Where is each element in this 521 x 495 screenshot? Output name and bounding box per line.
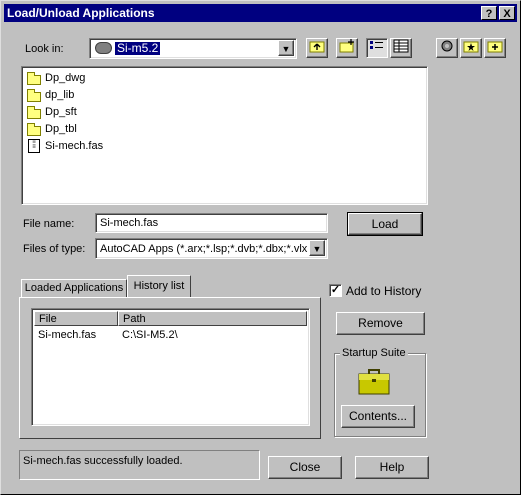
history-list[interactable]: File Path Si-mech.fas C:\SI-M5.2\ bbox=[31, 308, 310, 426]
list-item-label: Dp_tbl bbox=[45, 123, 77, 135]
up-folder-icon[interactable] bbox=[306, 38, 328, 58]
title-bar[interactable]: Load/Unload Applications ? X bbox=[4, 4, 517, 22]
new-folder-icon[interactable] bbox=[336, 38, 358, 58]
check-icon: ✓ bbox=[330, 284, 341, 296]
look-in-value: Si-m5.2 bbox=[115, 41, 161, 55]
file-name-value: Si-mech.fas bbox=[100, 217, 159, 229]
list-item[interactable]: Dp_tbl bbox=[25, 121, 425, 137]
folder-icon bbox=[27, 123, 41, 136]
column-header-path[interactable]: Path bbox=[118, 311, 307, 326]
files-of-type-value: AutoCAD Apps (*.arx;*.lsp;*.dvb;*.dbx;*.… bbox=[100, 243, 308, 255]
list-item-label: dp_lib bbox=[45, 89, 75, 101]
help-button[interactable]: Help bbox=[355, 456, 429, 479]
load-button[interactable]: Load bbox=[347, 212, 423, 236]
close-button[interactable]: Close bbox=[268, 456, 342, 479]
add-to-history-label: Add to History bbox=[346, 284, 422, 298]
find-file-icon[interactable] bbox=[436, 38, 458, 58]
folder-icon bbox=[27, 89, 41, 102]
remove-button[interactable]: Remove bbox=[336, 312, 425, 335]
briefcase-icon[interactable] bbox=[357, 368, 391, 396]
contents-button[interactable]: Contents... bbox=[341, 405, 415, 428]
favorites-icon[interactable] bbox=[460, 38, 482, 58]
file-icon: ≡ ≡ bbox=[28, 139, 40, 153]
folder-icon bbox=[27, 106, 41, 119]
look-in-label: Look in: bbox=[25, 43, 64, 55]
window-title: Load/Unload Applications bbox=[7, 6, 155, 20]
status-box: Si-mech.fas successfully loaded. bbox=[19, 450, 260, 480]
help-title-button[interactable]: ? bbox=[481, 6, 497, 20]
chevron-down-icon[interactable]: ▼ bbox=[309, 240, 325, 256]
look-in-dropdown[interactable]: Si-m5.2 ▼ bbox=[89, 38, 297, 59]
list-view-icon[interactable] bbox=[366, 38, 388, 58]
files-of-type-label: Files of type: bbox=[23, 243, 86, 255]
files-of-type-dropdown[interactable]: AutoCAD Apps (*.arx;*.lsp;*.dvb;*.dbx;*.… bbox=[95, 238, 328, 259]
startup-suite-label: Startup Suite bbox=[340, 346, 408, 360]
drive-icon bbox=[95, 42, 112, 54]
list-item[interactable]: dp_lib bbox=[25, 87, 425, 103]
column-header-file[interactable]: File bbox=[34, 311, 118, 326]
folder-icon bbox=[27, 72, 41, 85]
chevron-down-icon[interactable]: ▼ bbox=[278, 40, 294, 56]
list-item-label: Dp_dwg bbox=[45, 72, 86, 84]
history-panel: File Path Si-mech.fas C:\SI-M5.2\ bbox=[19, 297, 321, 439]
add-to-history-checkbox[interactable]: ✓ bbox=[329, 284, 342, 297]
close-title-button[interactable]: X bbox=[499, 6, 515, 20]
tab-history-list[interactable]: History list bbox=[127, 275, 191, 298]
history-path-cell: C:\SI-M5.2\ bbox=[122, 329, 178, 341]
tab-loaded-applications[interactable]: Loaded Applications bbox=[21, 279, 127, 298]
dialog-window: Load/Unload Applications ? X Look in: Si… bbox=[0, 0, 521, 495]
list-item[interactable]: Dp_sft bbox=[25, 104, 425, 120]
file-list[interactable]: Dp_dwg dp_lib Dp_sft Dp_tbl ≡ ≡ Si-mech.f… bbox=[21, 66, 428, 205]
table-row[interactable]: Si-mech.fas C:\SI-M5.2\ bbox=[34, 328, 307, 343]
list-item-label: Dp_sft bbox=[45, 106, 77, 118]
list-item-label: Si-mech.fas bbox=[45, 140, 104, 152]
list-item[interactable]: ≡ ≡ Si-mech.fas bbox=[25, 138, 425, 154]
add-favorite-icon[interactable] bbox=[484, 38, 506, 58]
history-file-cell: Si-mech.fas bbox=[38, 329, 97, 341]
status-text: Si-mech.fas successfully loaded. bbox=[23, 455, 183, 467]
file-name-label: File name: bbox=[23, 218, 75, 230]
file-name-field[interactable]: Si-mech.fas bbox=[95, 213, 328, 233]
details-view-icon[interactable] bbox=[390, 38, 412, 58]
list-item[interactable]: Dp_dwg bbox=[25, 70, 425, 86]
